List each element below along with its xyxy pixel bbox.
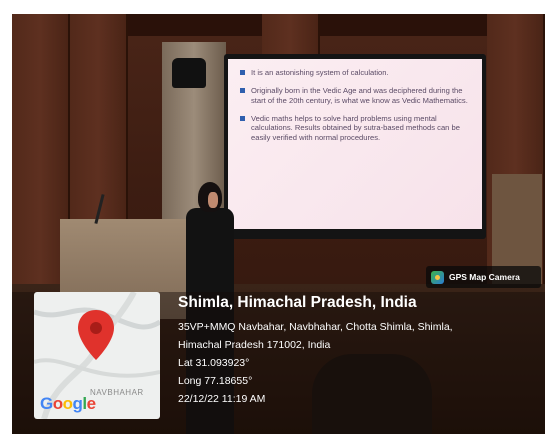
- bullet-square-icon: [240, 87, 245, 93]
- gps-info: Shimla, Himachal Pradesh, India 35VP+MMQ…: [178, 294, 538, 408]
- address-line: Himachal Pradesh 171002, India: [178, 339, 331, 351]
- bullet-square-icon: [240, 115, 245, 121]
- presenter-face: [208, 192, 218, 208]
- presentation-slide: It is an astonishing system of calculati…: [228, 59, 482, 229]
- slide-bullet-text: Originally born in the Vedic Age and was…: [251, 85, 468, 105]
- camera-icon: [172, 58, 206, 88]
- gps-app-label: GPS Map Camera: [449, 272, 520, 282]
- longitude: Long 77.18655°: [178, 375, 253, 387]
- slide-bullet: Vedic maths helps to solve hard problems…: [240, 114, 472, 144]
- slide-bullet-text: Vedic maths helps to solve hard problems…: [251, 113, 460, 143]
- location-title: Shimla, Himachal Pradesh, India: [178, 294, 417, 311]
- gps-camera-icon: [431, 270, 444, 284]
- google-logo: Google: [40, 394, 96, 413]
- map-place-label: NAVBHAHAR: [90, 388, 144, 397]
- wall-panel: [262, 14, 320, 54]
- map-thumbnail: NAVBHAHAR Google: [34, 292, 160, 419]
- photo: It is an astonishing system of calculati…: [12, 14, 545, 434]
- tv-screen: It is an astonishing system of calculati…: [224, 54, 486, 239]
- slide-bullet: It is an astonishing system of calculati…: [240, 68, 472, 78]
- slide-bullet: Originally born in the Vedic Age and was…: [240, 86, 472, 106]
- address-line: 35VP+MMQ Navbahar, Navbhahar, Chotta Shi…: [178, 321, 453, 333]
- slide-bullet-text: It is an astonishing system of calculati…: [251, 68, 389, 77]
- latitude: Lat 31.093923°: [178, 357, 250, 369]
- timestamp: 22/12/22 11:19 AM: [178, 393, 266, 405]
- bullet-square-icon: [240, 70, 245, 75]
- gps-app-badge: GPS Map Camera: [426, 266, 541, 288]
